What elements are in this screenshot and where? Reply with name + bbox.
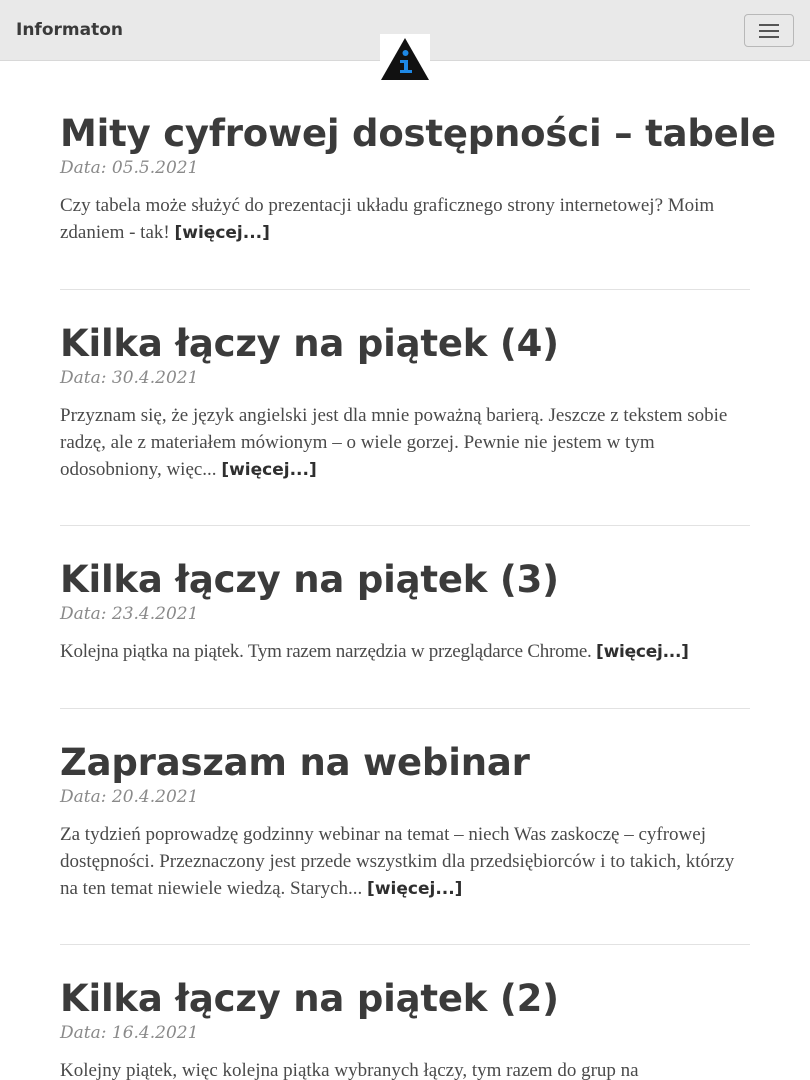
- post-divider: [60, 944, 750, 945]
- post-date: Data: 23.4.2021: [60, 602, 750, 626]
- read-more-link[interactable]: [więcej...]: [596, 642, 689, 662]
- info-triangle-logo[interactable]: [380, 34, 430, 81]
- post-item: Kilka łączy na piątek (3) Data: 23.4.202…: [60, 558, 750, 666]
- post-date: Data: 05.5.2021: [60, 156, 750, 180]
- post-divider: [60, 708, 750, 709]
- excerpt-text: Przyznam się, że język angielski jest dl…: [60, 405, 728, 480]
- date-label: Data:: [60, 368, 107, 388]
- date-label: Data:: [60, 158, 107, 178]
- read-more-link[interactable]: [więcej...]: [221, 460, 316, 480]
- hamburger-menu-icon: [758, 22, 780, 40]
- post-item: Kilka łączy na piątek (2) Data: 16.4.202…: [60, 977, 750, 1080]
- post-excerpt: Za tydzień poprowadzę godzinny webinar n…: [60, 821, 750, 903]
- date-value: 20.4.2021: [111, 787, 199, 807]
- post-item: Kilka łączy na piątek (4) Data: 30.4.202…: [60, 322, 750, 484]
- post-date: Data: 20.4.2021: [60, 785, 750, 809]
- post-excerpt: Kolejny piątek, więc kolejna piątka wybr…: [60, 1057, 750, 1080]
- read-more-link[interactable]: [więcej...]: [367, 879, 462, 899]
- post-excerpt: Przyznam się, że język angielski jest dl…: [60, 402, 750, 484]
- post-date: Data: 16.4.2021: [60, 1021, 750, 1045]
- post-item: Zapraszam na webinar Data: 20.4.2021 Za …: [60, 741, 750, 903]
- post-excerpt: Kolejna piątka na piątek. Tym razem narz…: [60, 638, 750, 666]
- excerpt-text: Kolejny piątek, więc kolejna piątka wybr…: [60, 1060, 639, 1080]
- post-title[interactable]: Mity cyfrowej dostępności – tabele: [60, 112, 776, 156]
- date-value: 23.4.2021: [111, 604, 199, 624]
- post-title[interactable]: Kilka łączy na piątek (2): [60, 977, 750, 1021]
- menu-toggle-button[interactable]: [744, 14, 794, 47]
- post-divider: [60, 289, 750, 290]
- post-date: Data: 30.4.2021: [60, 366, 750, 390]
- post-title[interactable]: Zapraszam na webinar: [60, 741, 750, 785]
- date-value: 30.4.2021: [111, 368, 199, 388]
- post-item: Mity cyfrowej dostępności – tabele Data:…: [60, 112, 776, 247]
- excerpt-text: Kolejna piątka na piątek. Tym razem narz…: [60, 641, 592, 662]
- read-more-link[interactable]: [więcej...]: [174, 223, 269, 243]
- excerpt-text: Czy tabela może służyć do prezentacji uk…: [60, 195, 715, 243]
- date-value: 16.4.2021: [111, 1023, 199, 1043]
- date-label: Data:: [60, 1023, 107, 1043]
- post-title[interactable]: Kilka łączy na piątek (3): [60, 558, 750, 602]
- date-label: Data:: [60, 787, 107, 807]
- post-excerpt: Czy tabela może służyć do prezentacji uk…: [60, 192, 750, 247]
- date-value: 05.5.2021: [111, 158, 199, 178]
- post-divider: [60, 525, 750, 526]
- brand-link[interactable]: Informaton: [16, 19, 123, 41]
- post-title[interactable]: Kilka łączy na piątek (4): [60, 322, 750, 366]
- date-label: Data:: [60, 604, 107, 624]
